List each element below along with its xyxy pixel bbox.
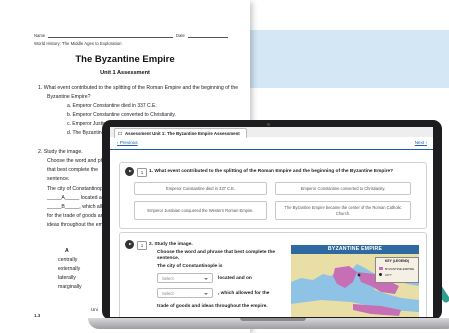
browser-tabbar: Assessment Unit 1: The Byzantine Empire … [110,127,433,138]
key-swatch-city [379,273,382,276]
question-1-text: 1. What event contributed to the splitti… [149,169,394,174]
date-line [188,37,228,38]
worksheet-q2-a-option-3: laterally [58,275,76,281]
map-title: BYZANTINE EMPIRE [291,245,419,254]
worksheet-q2-line3: that best complete the [47,167,99,173]
worksheet-q2-line4: sentence. [47,176,70,182]
worksheet-title: The Byzantine Empire [75,54,175,65]
laptop-hinge-notch [240,318,306,321]
audio-play-button[interactable] [125,240,134,249]
question-2-card: 1 2. Study the image. Choose the word an… [119,232,427,317]
tab-assessment-label: Assessment Unit 1: The Byzantine Empire … [125,131,240,136]
name-line [48,37,173,38]
question-2-chip: 1 [137,241,147,250]
map-key-title: KEY (LEGEND) [384,259,410,263]
previous-label: Previous [119,140,138,145]
document-icon [118,132,122,135]
question-1-answer-b[interactable]: Emperor Constantine converted to Christi… [275,182,411,195]
laptop-screen: Assessment Unit 1: The Byzantine Empire … [110,127,433,317]
worksheet-q1-option-a: a. Emperor Constantine died in 337 C.E. [67,103,157,109]
tab-assessment[interactable]: Assessment Unit 1: The Byzantine Empire … [114,128,247,138]
dropdown-b[interactable]: Select [157,288,213,298]
key-item-empire: BYZANTINE EMPIRE [385,266,415,271]
question-2-sentence-3: , which allowed for the [218,291,270,296]
question-1-answer-c[interactable]: Emperor Justinian conquered the Western … [134,201,267,220]
dropdown-a[interactable]: Select [157,273,213,283]
question-1-card: 1 1. What event contributed to the split… [119,162,427,229]
worksheet-q1-line1: 1. What event contributed to the splitti… [38,85,239,91]
worksheet-q2-a-option-1: centrally [58,257,78,263]
assessment-navbar: ‹ Previous Next › [110,138,433,149]
date-label: Date [176,33,185,38]
question-1-answer-d[interactable]: The Byzantine Empire became the center o… [275,201,411,220]
next-link[interactable]: Next › [415,140,427,145]
key-item-city: CITY [385,272,392,277]
worksheet-q2-line8: for the trade of goods and [47,213,107,219]
name-label: Name [34,33,46,38]
map-key: KEY (LEGEND) BYZANTINE EMPIRE CITY [375,257,419,283]
chevron-down-icon [204,292,208,295]
next-label: Next [414,140,425,145]
worksheet-q1-option-b: b. Emperor Constantine converted to Chri… [67,112,176,118]
dropdown-b-placeholder: Select [162,291,174,296]
dropdown-a-placeholder: Select [162,276,174,281]
question-1-answer-a[interactable]: Emperor Constantine died in 337 C.E. [134,182,267,195]
worksheet-q2-a-label: A [65,248,69,254]
worksheet-footer-fragment: Uni [91,307,98,312]
previous-link[interactable]: ‹ Previous [117,140,138,145]
byzantine-empire-map: BYZANTINE EMPIRE KEY (LEGEND) BYZANTINE … [291,245,419,317]
worksheet-page-number: 1.3 [34,313,41,318]
worksheet-q1-line2: Byzantine Empire? [47,94,91,100]
audio-play-button[interactable] [125,167,134,176]
worksheet-subtitle: Unit 1 Assessment [100,70,150,76]
question-2-sentence-1: The city of Constantinople is [157,264,223,269]
key-swatch-empire [379,267,383,270]
worksheet-q2-a-option-2: externally [58,266,81,272]
question-1-chip: 1 [137,168,147,177]
webcam [267,123,270,126]
question-2-sentence-4: trade of goods and ideas throughout the … [157,304,268,309]
worksheet-q2-a-option-4: marginally [58,284,82,290]
chevron-right-icon: › [424,140,427,145]
course-label: World History: The Middle Ages to Explor… [34,41,122,46]
question-2-instruction-2: sentence. [157,256,180,261]
worksheet-q2-line1: 2. Study the image. [38,149,83,155]
question-2-sentence-2: located and on [218,276,252,281]
navbar-divider [110,149,433,150]
background-band [230,30,449,88]
chevron-down-icon [204,277,208,280]
question-2-heading: 2. Study the image. [149,242,193,247]
